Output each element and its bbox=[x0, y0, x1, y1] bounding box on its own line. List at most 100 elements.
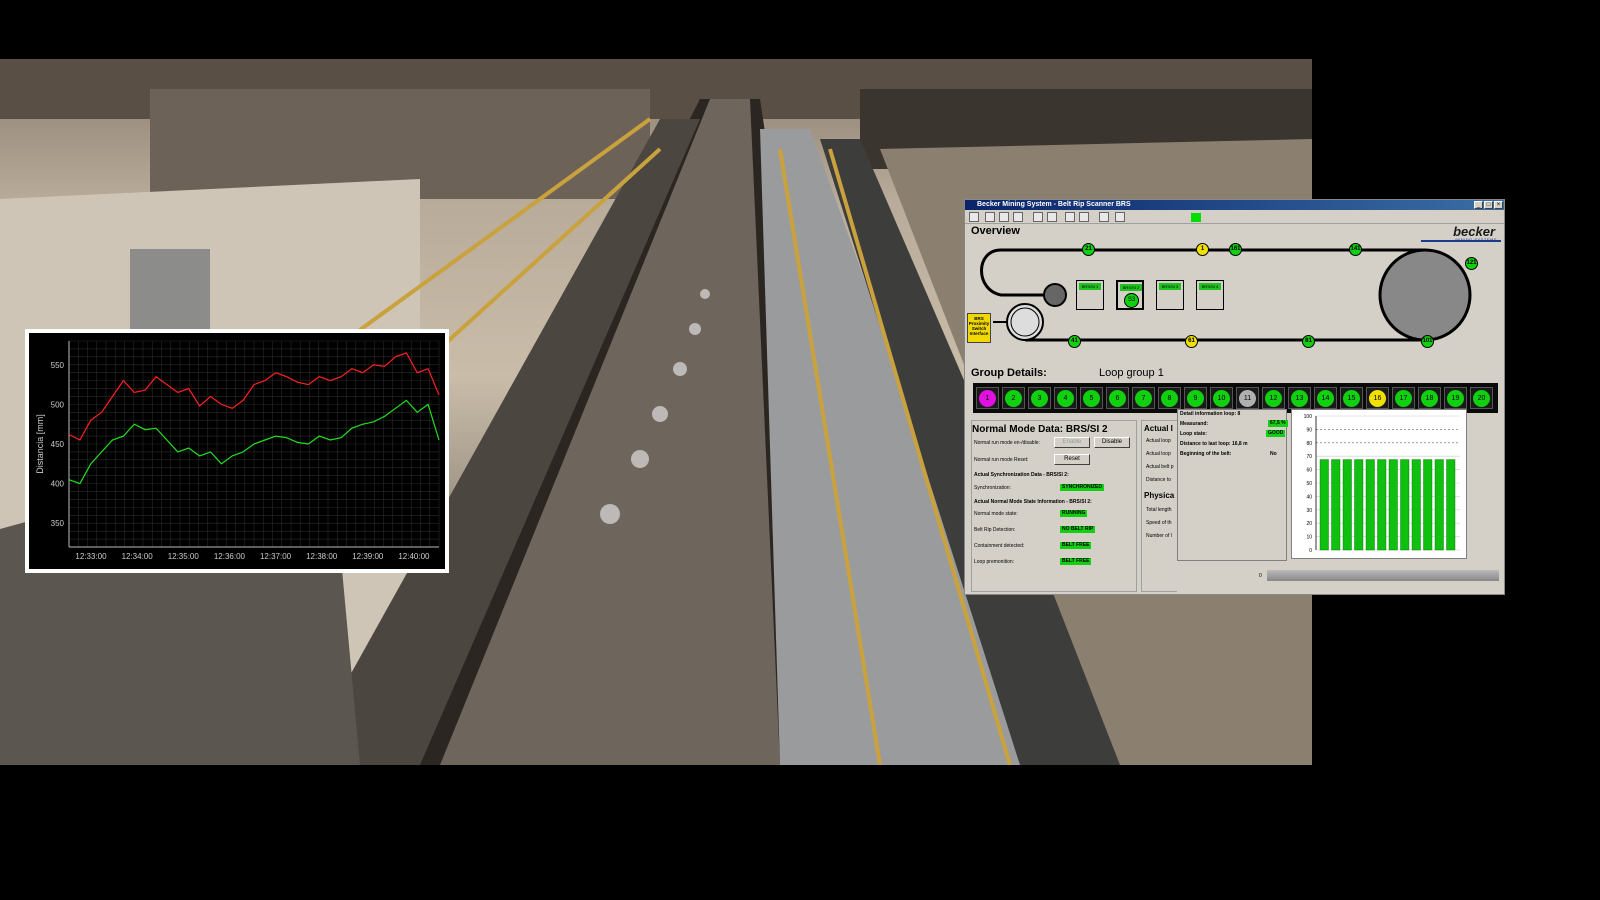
loop-node-bottom[interactable]: 81 bbox=[1302, 335, 1315, 348]
window-titlebar: Becker Mining System - Belt Rip Scanner … bbox=[965, 200, 1504, 210]
maximize-button[interactable]: □ bbox=[1484, 201, 1493, 209]
loop-node-top[interactable]: 21 bbox=[1082, 243, 1095, 256]
x-tick-label: 12:39:00 bbox=[352, 552, 384, 561]
measurand-bar bbox=[1446, 459, 1456, 551]
loop-cell[interactable]: 20 bbox=[1470, 387, 1493, 409]
reset-button[interactable]: Reset bbox=[1054, 454, 1090, 465]
state-row-label: Belt Rip Detection: bbox=[974, 527, 1016, 533]
y-tick-label: 450 bbox=[51, 440, 65, 449]
horizontal-scrollbar[interactable] bbox=[1267, 570, 1499, 581]
settings-icon[interactable] bbox=[985, 212, 995, 222]
close-button[interactable]: × bbox=[1494, 201, 1503, 209]
beginning-value: No bbox=[1270, 451, 1277, 457]
loop-cell[interactable]: 13 bbox=[1288, 387, 1311, 409]
si-box-label: BRS/SI 4 bbox=[1199, 283, 1221, 290]
screen: 550 500 450 400 350 12:33:00 12:34:00 12:35:00 1… bbox=[0, 0, 1600, 900]
state-header: Actual Normal Mode State Information - B… bbox=[974, 499, 1092, 505]
bar-y-tick: 30 bbox=[1306, 508, 1312, 514]
si-box[interactable]: BRS/SI 2 S3 bbox=[1116, 280, 1144, 310]
loop-cell[interactable]: 18 bbox=[1418, 387, 1441, 409]
si-box-label: BRS/SI 1 bbox=[1079, 283, 1101, 290]
loop-cell[interactable]: 8 bbox=[1158, 387, 1181, 409]
minimize-button[interactable]: _ bbox=[1474, 201, 1483, 209]
group-details-title: Group Details: bbox=[971, 367, 1047, 379]
loop-cell[interactable]: 2 bbox=[1002, 387, 1025, 409]
loop-cell[interactable]: 16 bbox=[1366, 387, 1389, 409]
measurand-bar bbox=[1411, 459, 1421, 551]
loop-cell[interactable]: 6 bbox=[1106, 387, 1129, 409]
tree-icon[interactable] bbox=[1033, 212, 1043, 222]
x-tick-label: 12:36:00 bbox=[214, 552, 246, 561]
blank-icon[interactable] bbox=[1099, 212, 1109, 222]
measurand-label: Measurand: bbox=[1180, 421, 1209, 427]
loop-cell[interactable]: 12 bbox=[1262, 387, 1285, 409]
y-axis-label: Distancia [mm] bbox=[35, 414, 45, 474]
disable-button[interactable]: Disable bbox=[1094, 437, 1130, 448]
bar-y-tick: 50 bbox=[1306, 481, 1312, 487]
loop-node-top[interactable]: 1 bbox=[1196, 243, 1209, 256]
loop-indicator: 8 bbox=[1161, 390, 1178, 407]
measurand-bar bbox=[1388, 459, 1398, 551]
si-box-label: BRS/SI 3 bbox=[1159, 283, 1181, 290]
loop-cell[interactable]: 3 bbox=[1028, 387, 1051, 409]
becker-b-icon[interactable] bbox=[1115, 212, 1125, 222]
loop-cell[interactable]: 7 bbox=[1132, 387, 1155, 409]
diagram-icon[interactable] bbox=[1047, 212, 1057, 222]
bar-y-tick: 10 bbox=[1306, 535, 1312, 541]
si-box[interactable]: BRS/SI 4 bbox=[1196, 280, 1224, 310]
loop-indicator: 4 bbox=[1057, 390, 1074, 407]
y-tick-label: 400 bbox=[51, 480, 65, 489]
loop-cell[interactable]: 4 bbox=[1054, 387, 1077, 409]
loop-indicator: 17 bbox=[1395, 390, 1412, 407]
loop-node-top[interactable]: 141 bbox=[1349, 243, 1362, 256]
measurand-bar bbox=[1319, 459, 1329, 551]
loop-node-bottom[interactable]: 61 bbox=[1185, 335, 1198, 348]
loop-node-top[interactable]: 121 bbox=[1465, 257, 1478, 270]
loop-cell[interactable]: 19 bbox=[1444, 387, 1467, 409]
loop-cell[interactable]: 17 bbox=[1392, 387, 1415, 409]
save-icon[interactable] bbox=[1079, 212, 1089, 222]
y-tick-label: 500 bbox=[51, 400, 65, 409]
loop-indicator: 16 bbox=[1369, 390, 1386, 407]
loop-indicator: 12 bbox=[1265, 390, 1282, 407]
state-row-value: BELT FREE bbox=[1060, 542, 1092, 549]
loop-cell[interactable]: 14 bbox=[1314, 387, 1337, 409]
grid-icon[interactable] bbox=[1065, 212, 1075, 222]
si-box[interactable]: BRS/SI 3 bbox=[1156, 280, 1184, 310]
si-box-label: BRS/SI 2 bbox=[1120, 284, 1142, 291]
connect-icon[interactable] bbox=[999, 212, 1009, 222]
loop-cell[interactable]: 10 bbox=[1210, 387, 1233, 409]
loop-indicator: 3 bbox=[1031, 390, 1048, 407]
measurand-bar bbox=[1365, 459, 1375, 551]
loop-cell[interactable]: 15 bbox=[1340, 387, 1363, 409]
measurand-bar bbox=[1342, 459, 1352, 551]
scroll-zero-label: 0 bbox=[1259, 573, 1262, 579]
si-box[interactable]: BRS/SI 1 bbox=[1076, 280, 1104, 310]
x-tick-label: 12:35:00 bbox=[168, 552, 200, 561]
bar-y-tick: 80 bbox=[1306, 441, 1312, 447]
loop-node-top[interactable]: 161 bbox=[1229, 243, 1242, 256]
loop-indicator: 19 bbox=[1447, 390, 1464, 407]
loop-node-bottom[interactable]: 101 bbox=[1421, 335, 1434, 348]
loop-node-bottom[interactable]: 41 bbox=[1068, 335, 1081, 348]
bar-y-tick: 20 bbox=[1306, 521, 1312, 527]
proximity-switch-interface[interactable]: BRS Proximity Switch Interface bbox=[967, 313, 991, 343]
loop-cell[interactable]: 11 bbox=[1236, 387, 1259, 409]
actual-row: Actual loop bbox=[1146, 438, 1171, 444]
status-led bbox=[1191, 213, 1201, 222]
open-icon[interactable] bbox=[969, 212, 979, 222]
actual-title: Actual I bbox=[1144, 424, 1173, 433]
measurand-value: 67,5 % bbox=[1268, 420, 1288, 427]
loop-indicator: 7 bbox=[1135, 390, 1152, 407]
enable-button[interactable]: Enable bbox=[1054, 437, 1090, 448]
loop-indicator: 1 bbox=[979, 390, 996, 407]
bar-y-tick: 60 bbox=[1306, 468, 1312, 474]
state-row-label: Containment detected: bbox=[974, 543, 1025, 549]
loop-cell[interactable]: 1 bbox=[976, 387, 999, 409]
loop-cell[interactable]: 5 bbox=[1080, 387, 1103, 409]
loop-state-label: Loop state: bbox=[1180, 431, 1207, 437]
loop-indicator: 15 bbox=[1343, 390, 1360, 407]
loop-cell[interactable]: 9 bbox=[1184, 387, 1207, 409]
bar-y-tick: 90 bbox=[1306, 427, 1312, 433]
battery-icon[interactable] bbox=[1013, 212, 1023, 222]
